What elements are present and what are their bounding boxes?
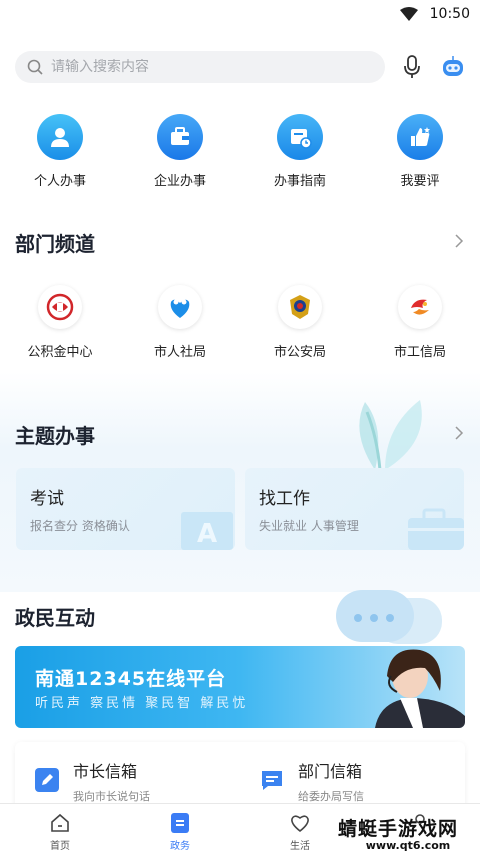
- search-box[interactable]: [15, 51, 385, 83]
- operator-person-icon: [375, 649, 465, 728]
- tab-government[interactable]: 政务: [120, 804, 240, 853]
- tab-label: 政务: [170, 841, 190, 852]
- heart-icon: [291, 815, 309, 833]
- chevron-right-icon[interactable]: [454, 426, 464, 440]
- hotline-banner[interactable]: 南通12345在线平台 听民声 察民情 聚民智 解民忧: [15, 646, 465, 728]
- quick-action-label: 个人办事: [33, 174, 86, 189]
- message-icon: [262, 771, 282, 790]
- status-time: 10:50: [429, 6, 470, 22]
- mailbox-title: 市长信箱: [73, 762, 138, 781]
- document-icon: [171, 813, 189, 833]
- wifi-icon: [399, 7, 418, 21]
- thumbs-up-icon: [397, 114, 443, 160]
- microphone-icon[interactable]: [402, 54, 422, 80]
- chevron-right-icon[interactable]: [454, 234, 464, 248]
- department-label: 市工信局: [393, 345, 446, 360]
- theme-card-exam[interactable]: 考试 报名查分 资格确认 A: [16, 468, 235, 550]
- briefcase-icon: [157, 114, 203, 160]
- department-label: 公积金中心: [27, 345, 93, 360]
- site-watermark: 蜻蜓手游戏网 www.qt6.com: [338, 814, 478, 852]
- department-list: 公积金中心 市人社局 市公安局 市工信局: [0, 285, 480, 360]
- quick-actions: 个人办事 企业办事 办事指南 我要评: [0, 114, 480, 189]
- mailbox-panel: 市长信箱 我向市长说句话 部门信箱 给委办局写信: [15, 742, 465, 812]
- department-label: 市人社局: [153, 345, 206, 360]
- robot-assistant-icon[interactable]: [440, 54, 466, 80]
- tab-home[interactable]: 首页: [0, 804, 120, 853]
- exam-a-icon: A: [181, 512, 233, 550]
- mayor-mailbox[interactable]: 市长信箱 我向市长说句话: [15, 742, 240, 812]
- search-input[interactable]: [51, 59, 351, 75]
- status-bar: 10:50: [0, 0, 480, 28]
- mailbox-subtitle: 我向市长说句话: [73, 790, 150, 803]
- department-hrss[interactable]: 市人社局: [120, 285, 240, 360]
- leaf-decoration-icon: [359, 400, 422, 471]
- quick-action-review[interactable]: 我要评: [360, 114, 480, 189]
- section-title-departments: 部门频道: [15, 232, 95, 256]
- quick-action-guide[interactable]: 办事指南: [240, 114, 360, 189]
- banner-title: 南通12345在线平台: [35, 668, 227, 690]
- search-row: [15, 50, 470, 84]
- chat-bubble-decoration-icon: [336, 590, 442, 644]
- quick-action-label: 企业办事: [153, 174, 206, 189]
- watermark-title: 蜻蜓手游戏网: [338, 818, 459, 840]
- banner-subtitle: 听民声 察民情 聚民智 解民忧: [35, 696, 249, 711]
- quick-action-personal[interactable]: 个人办事: [0, 114, 120, 189]
- department-label: 市公安局: [273, 345, 326, 360]
- search-icon: [27, 59, 43, 75]
- guide-clock-icon: [277, 114, 323, 160]
- mailbox-title: 部门信箱: [298, 762, 363, 781]
- section-title-themes: 主题办事: [15, 424, 95, 448]
- department-housing-fund[interactable]: 公积金中心: [0, 285, 120, 360]
- department-industry[interactable]: 市工信局: [360, 285, 480, 360]
- tab-label: 生活: [290, 841, 310, 852]
- social-security-logo-icon: [158, 285, 202, 329]
- svg-text:A: A: [197, 519, 217, 549]
- industry-logo-icon: [398, 285, 442, 329]
- tab-label: 首页: [50, 841, 70, 852]
- police-badge-icon: [278, 285, 322, 329]
- department-police[interactable]: 市公安局: [240, 285, 360, 360]
- theme-card-job[interactable]: 找工作 失业就业 人事管理: [245, 468, 464, 550]
- quick-action-label: 办事指南: [273, 174, 326, 189]
- person-icon: [37, 114, 83, 160]
- section-title-interaction: 政民互动: [15, 606, 95, 630]
- quick-action-enterprise[interactable]: 企业办事: [120, 114, 240, 189]
- housing-fund-logo-icon: [38, 285, 82, 329]
- mailbox-subtitle: 给委办局写信: [298, 790, 364, 803]
- pencil-icon: [35, 768, 59, 792]
- home-icon: [51, 813, 69, 832]
- department-mailbox[interactable]: 部门信箱 给委办局写信: [240, 742, 465, 812]
- briefcase-icon: [408, 508, 464, 550]
- quick-action-label: 我要评: [400, 174, 440, 189]
